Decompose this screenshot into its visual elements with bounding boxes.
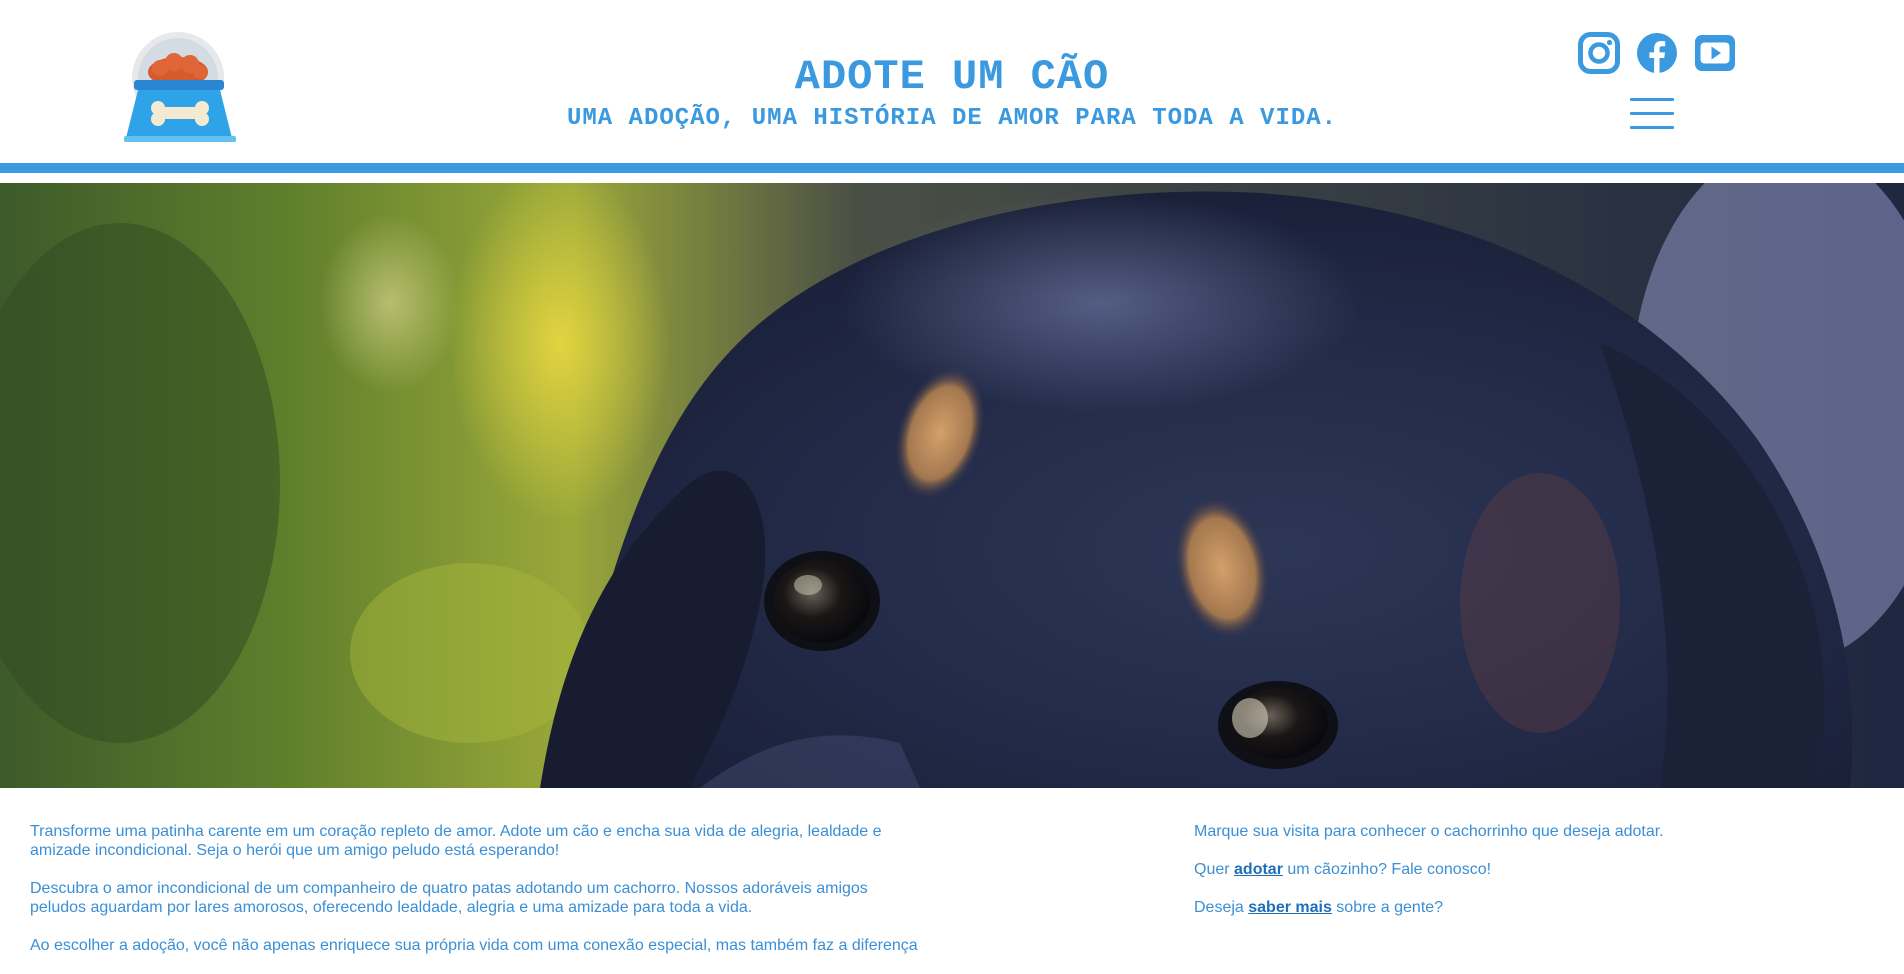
- hero-banner: [0, 183, 1904, 788]
- menu-line: [1630, 98, 1674, 101]
- more-text: Deseja saber mais sobre a gente?: [1194, 899, 1444, 916]
- instagram-link[interactable]: [1578, 32, 1620, 74]
- intro-paragraph: Descubra o amor incondicional de um comp…: [30, 880, 868, 916]
- intro-text: Transforme uma patinha carente em um cor…: [30, 822, 920, 974]
- youtube-icon: [1695, 35, 1735, 71]
- menu-line: [1630, 112, 1674, 115]
- learn-more-link[interactable]: saber mais: [1248, 899, 1332, 916]
- youtube-link[interactable]: [1694, 32, 1736, 74]
- visit-text: Marque sua visita para conhecer o cachor…: [1194, 823, 1664, 840]
- dog-photo: [0, 183, 1904, 788]
- instagram-icon: [1578, 32, 1620, 74]
- facebook-icon: [1637, 33, 1677, 73]
- site-header: ADOTE UM CÃO UMA ADOÇÃO, UMA HISTÓRIA DE…: [0, 0, 1904, 173]
- menu-line: [1630, 126, 1674, 129]
- intro-section: Transforme uma patinha carente em um cor…: [0, 788, 1904, 954]
- hamburger-menu-icon[interactable]: [1630, 98, 1674, 130]
- social-links: [1578, 32, 1736, 74]
- adopt-text: Quer adotar um cãozinho? Fale conosco!: [1194, 861, 1492, 878]
- contact-text: Marque sua visita para conhecer o cachor…: [1194, 822, 1874, 936]
- intro-paragraph: Transforme uma patinha carente em um cor…: [30, 823, 882, 859]
- site-subtitle: UMA ADOÇÃO, UMA HISTÓRIA DE AMOR PARA TO…: [566, 105, 1338, 132]
- adopt-link[interactable]: adotar: [1234, 861, 1283, 878]
- facebook-link[interactable]: [1636, 32, 1678, 74]
- intro-paragraph: Ao escolher a adoção, você não apenas en…: [30, 937, 918, 954]
